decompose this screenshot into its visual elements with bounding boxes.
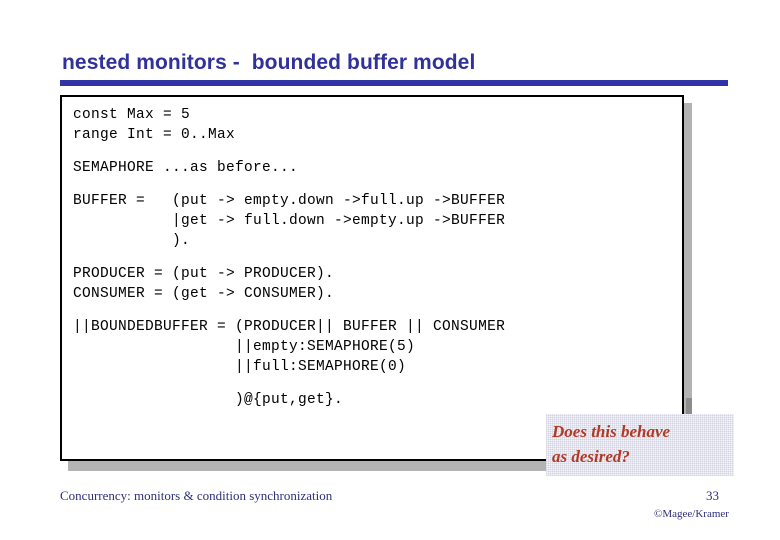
title-divider	[60, 80, 728, 86]
annotation-line-1: Does this behave	[552, 422, 671, 441]
slide-canvas: nested monitors - bounded buffer model c…	[0, 0, 780, 540]
code-line: |get -> full.down ->empty.up ->BUFFER	[73, 213, 506, 229]
page-number: 33	[706, 488, 719, 503]
code-line: ||empty:SEMAPHORE(5)	[73, 339, 416, 355]
footer-note: Concurrency: monitors & condition synchr…	[60, 488, 333, 503]
code-line: ||full:SEMAPHORE(0)	[73, 359, 407, 375]
page-title: nested monitors - bounded buffer model	[62, 51, 476, 74]
code-line: ||BOUNDEDBUFFER = (PRODUCER|| BUFFER || …	[73, 319, 506, 335]
code-line: CONSUMER = (get -> CONSUMER).	[73, 286, 335, 302]
connector-tick-icon	[686, 398, 692, 414]
code-lines: const Max = 5 range Int = 0..Max SEMAPHORE…	[73, 105, 682, 410]
code-line: SEMAPHORE ...as before...	[73, 160, 299, 176]
code-line: PRODUCER = (put -> PRODUCER).	[73, 266, 335, 282]
copyright-notice: ©Magee/Kramer	[654, 508, 729, 520]
annotation-line-2: as desired?	[552, 447, 630, 466]
code-line: range Int = 0..Max	[73, 127, 236, 143]
code-line: )@{put,get}.	[73, 392, 344, 408]
code-line: const Max = 5	[73, 107, 191, 123]
code-block: const Max = 5 range Int = 0..Max SEMAPHORE…	[60, 95, 684, 461]
code-line: ).	[73, 233, 191, 249]
code-line: BUFFER = (put -> empty.down ->full.up ->…	[73, 193, 506, 209]
annotation-callout: Does this behave as desired?	[546, 414, 734, 476]
